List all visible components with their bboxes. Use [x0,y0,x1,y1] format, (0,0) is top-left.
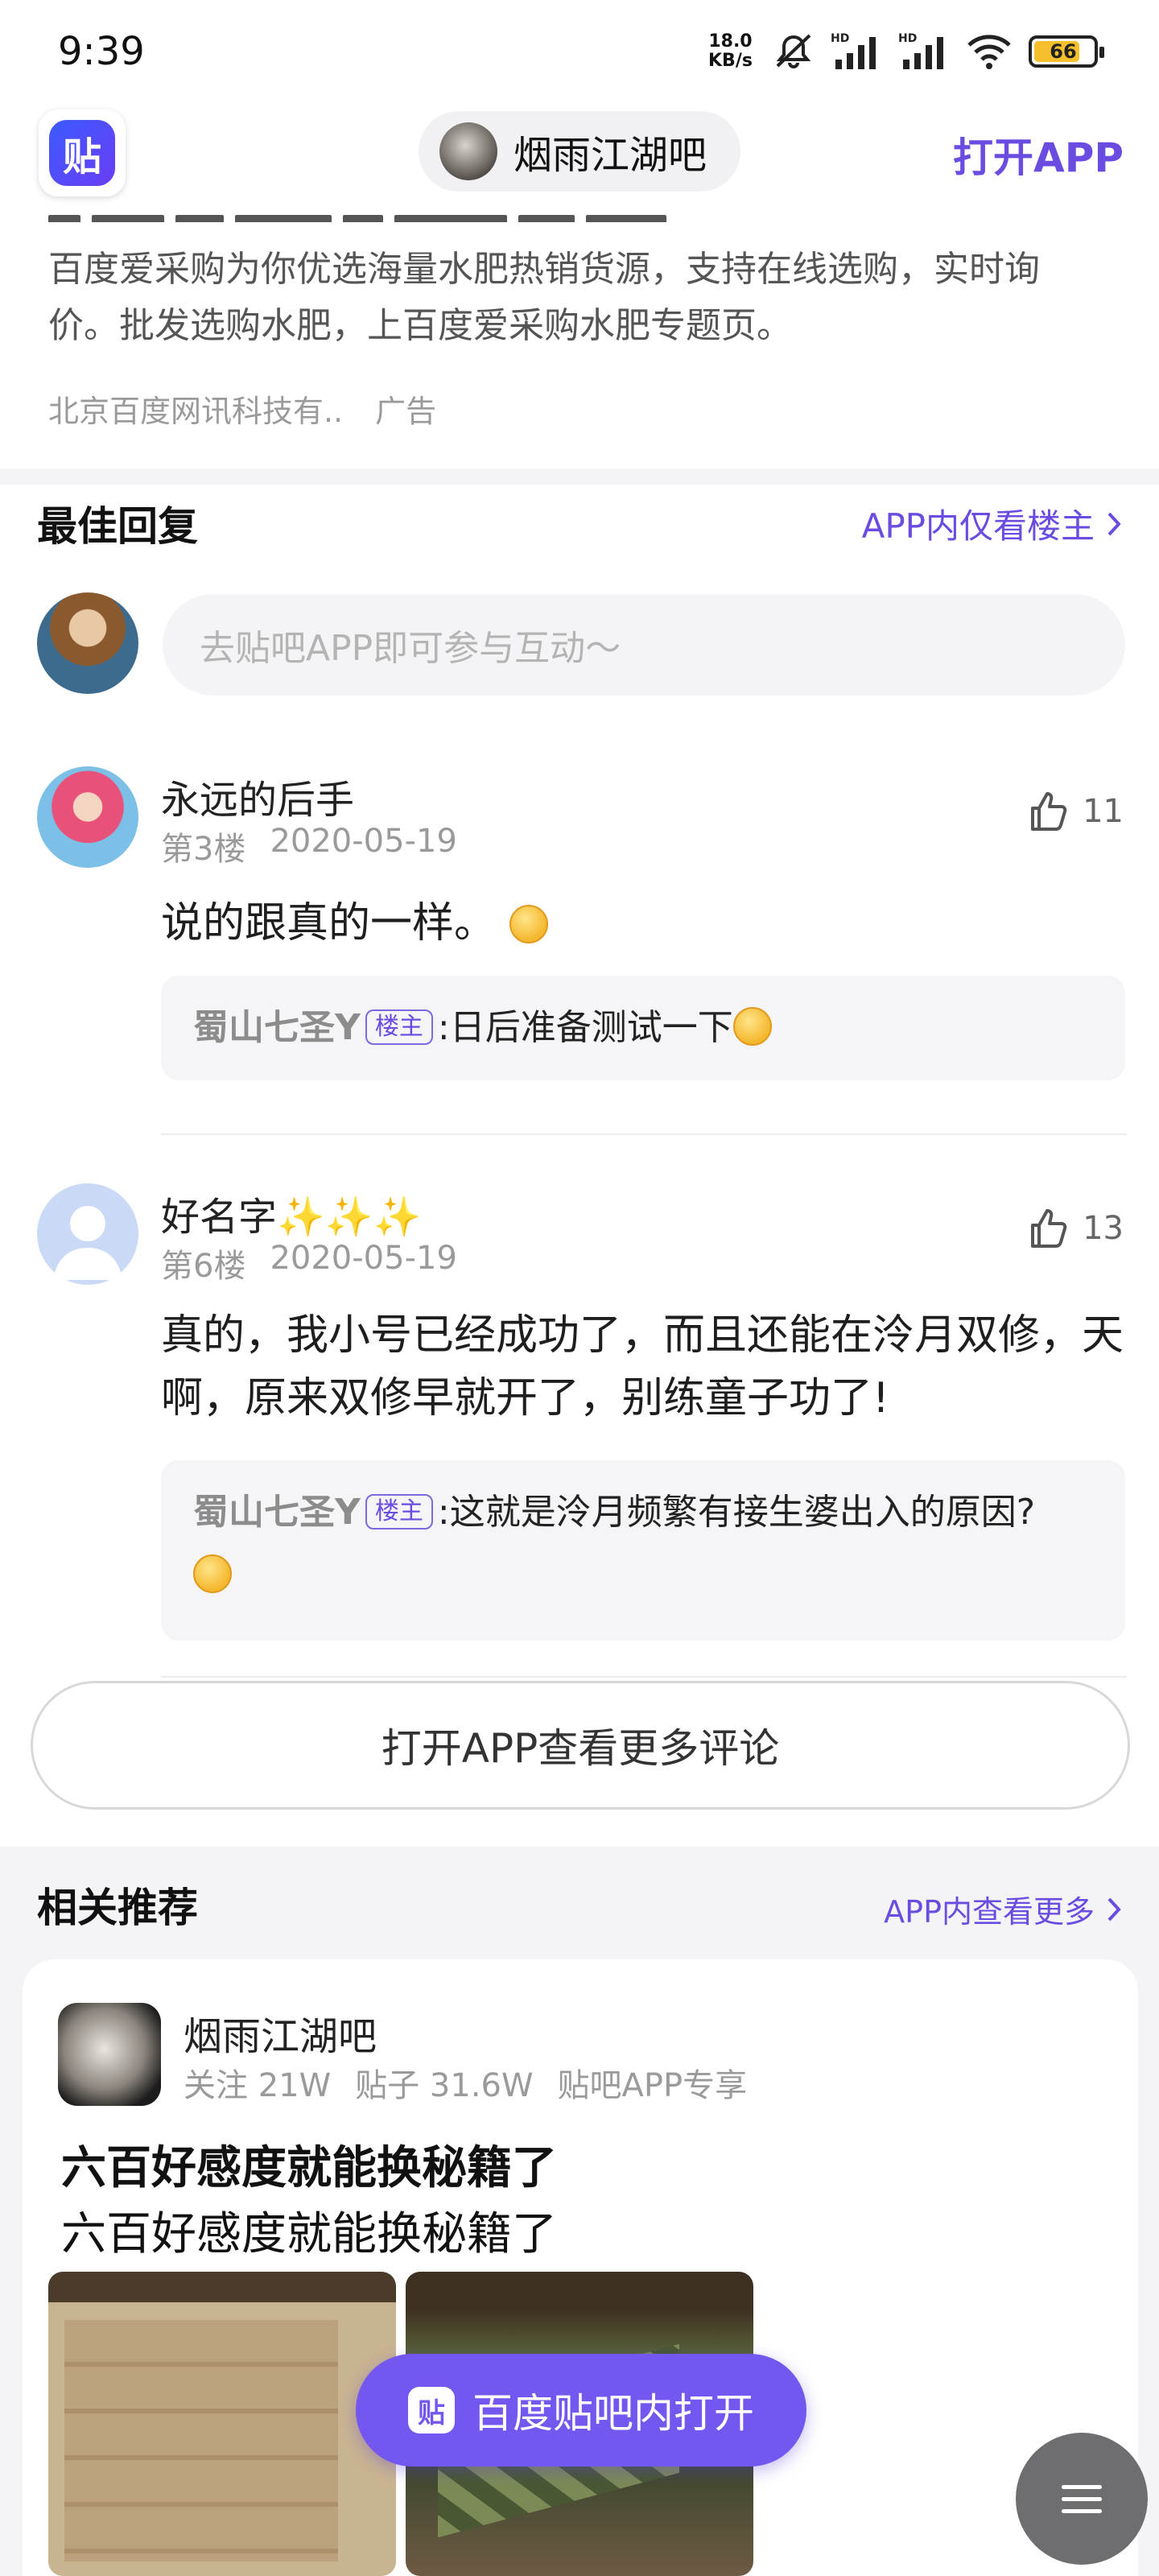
network-speed: 18.0 KB/s [708,32,753,71]
best-replies-title: 最佳回复 [37,503,198,550]
related-post-summary[interactable]: 六百好感度就能换秘籍了 [61,2198,557,2263]
tieba-logo[interactable]: 贴 [39,109,126,196]
chevron-right-icon [1107,1897,1121,1921]
more-comments-button[interactable]: 打开APP查看更多评论 [31,1681,1130,1810]
floor-number: 第6楼 [161,1248,246,1285]
ad-source: 北京百度网讯科技有.. 广告 [48,386,436,431]
related-more-label: APP内查看更多 [884,1894,1095,1930]
reply-author[interactable]: 蜀山七圣Y [193,1492,361,1533]
status-icons: HD HD 66 [773,29,1104,74]
status-bar: 9:39 18.0 KB/s HD HD 66 [0,0,1159,105]
ad-cut-off-text [48,211,853,222]
post-date: 2020-05-19 [270,1240,457,1277]
smirk-emoji-icon [509,905,548,943]
related-title: 相关推荐 [37,1885,198,1931]
comment-input[interactable]: 去贴吧APP即可参与互动～ [163,594,1125,696]
follow-count: 关注 21W [184,2067,332,2104]
default-avatar[interactable] [37,1183,138,1285]
menu-icon [1062,2484,1102,2489]
current-user-avatar [37,592,138,694]
open-in-tieba-label: 百度贴吧内打开 [472,2390,754,2437]
status-time: 9:39 [58,29,145,74]
menu-button[interactable] [1016,2433,1148,2565]
thumbs-up-icon [1031,1209,1067,1248]
username[interactable]: 永远的后手 [161,768,354,824]
related-more-link[interactable]: APP内查看更多 [884,1887,1124,1931]
reply-text: :日后准备测试一下 [437,1007,733,1048]
app-exclusive-tag: 贴吧APP专享 [557,2067,748,2104]
forum-avatar [439,122,497,180]
only-op-label: APP内仅看楼主 [861,506,1095,546]
post-count: 贴子 31.6W [355,2067,534,2104]
reply-text: :这就是泠月频繁有接生婆出入的原因? [437,1492,1036,1533]
wifi-icon [967,35,1011,69]
post-meta: 第6楼 2020-05-19 [161,1240,457,1286]
ad-label: 广告 [375,394,437,429]
related-post-title[interactable]: 六百好感度就能换秘籍了 [61,2132,557,2197]
svg-text:HD: HD [831,32,849,45]
username[interactable]: 好名字✨✨✨ [161,1185,421,1241]
battery-level: 66 [1050,40,1077,63]
related-forum-stats: 关注 21W 贴子 31.6W 贴吧APP专享 [184,2059,747,2106]
floor-number: 第3楼 [161,831,246,868]
mute-icon [776,34,811,68]
open-app-button[interactable]: 打开APP [953,126,1124,184]
op-badge: 楼主 [365,1494,433,1530]
like-button[interactable]: 13 [1026,1206,1124,1251]
network-speed-unit: KB/s [708,51,753,71]
user-silhouette-icon [53,1206,122,1280]
section-separator [0,469,1159,485]
top-nav: 贴 烟雨江湖吧 打开APP [0,105,1159,209]
post-content: 说的跟真的一样。 [161,892,1127,955]
related-image-shop[interactable] [48,2272,396,2576]
smirk-emoji-icon [732,1007,772,1046]
forum-name: 烟雨江湖吧 [514,133,707,178]
post-divider [161,1133,1127,1135]
reply-box[interactable]: 蜀山七圣Y 楼主:这就是泠月频繁有接生婆出入的原因? [161,1460,1125,1641]
tieba-logo-icon: 贴 [49,120,115,186]
signal-hd-icon: HD [831,32,876,69]
post-date: 2020-05-19 [270,823,457,860]
signal-hd-2-icon: HD [898,32,943,69]
post-text: 说的跟真的一样。 [161,899,497,947]
post-divider [161,1676,1127,1678]
like-count: 13 [1083,1210,1124,1247]
op-badge: 楼主 [365,1009,433,1045]
post-meta: 第3楼 2020-05-19 [161,823,457,869]
related-forum-avatar[interactable] [58,2003,161,2106]
ad-description[interactable]: 百度爱采购为你优选海量水肥热销货源，支持在线选购，实时询价。批发选购水肥，上百度… [48,242,1095,354]
chevron-right-icon [1107,512,1121,535]
reply-author[interactable]: 蜀山七圣Y [193,1007,361,1048]
post-content: 真的，我小号已经成功了，而且还能在泠月双修，天啊，原来双修早就开了，别练童子功了… [161,1311,1124,1422]
related-forum-name[interactable]: 烟雨江湖吧 [184,2004,377,2061]
ad-advertiser: 北京百度网讯科技有.. [48,394,344,429]
network-speed-value: 18.0 [708,31,753,52]
forum-pill[interactable]: 烟雨江湖吧 [419,111,740,192]
reply-box[interactable]: 蜀山七圣Y 楼主:日后准备测试一下 [161,976,1125,1080]
thumbs-up-icon [1031,792,1067,831]
tieba-icon: 贴 [408,2387,455,2434]
yawn-emoji-icon [193,1554,232,1593]
like-count: 11 [1083,793,1124,830]
open-in-tieba-button[interactable]: 贴 百度贴吧内打开 [356,2354,806,2467]
like-button[interactable]: 11 [1026,789,1124,834]
battery-icon: 66 [1029,35,1104,68]
only-op-link[interactable]: APP内仅看楼主 [862,499,1124,548]
avatar[interactable] [37,766,138,868]
svg-text:HD: HD [898,32,917,45]
